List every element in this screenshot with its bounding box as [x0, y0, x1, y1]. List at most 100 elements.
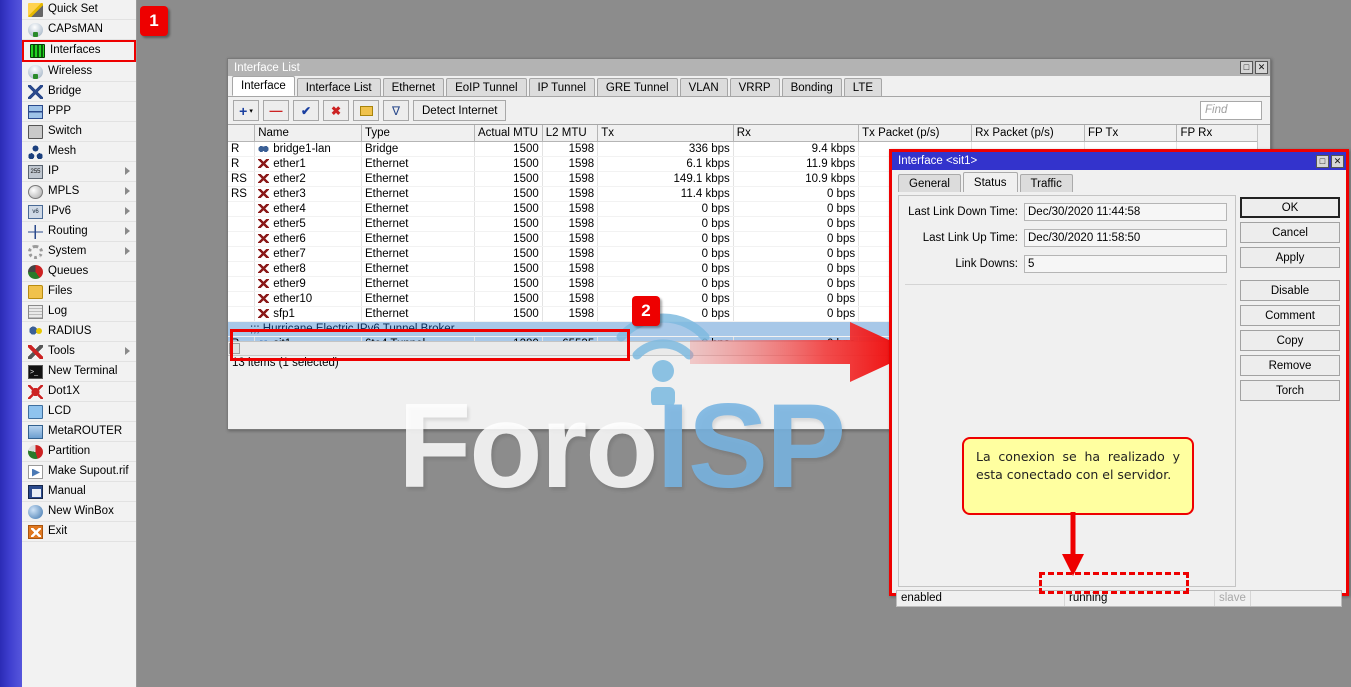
tab-traffic[interactable]: Traffic [1020, 174, 1073, 192]
torch-button[interactable]: Torch [1240, 380, 1340, 401]
sidebar-item-dot1x[interactable]: Dot1X [22, 382, 136, 402]
column-header[interactable]: Type [362, 125, 475, 141]
tab-gre-tunnel[interactable]: GRE Tunnel [597, 78, 678, 96]
sidebar-item-system[interactable]: System [22, 242, 136, 262]
column-header[interactable] [228, 125, 255, 141]
filter-button[interactable]: ∇ [383, 100, 409, 121]
sidebar-item-mesh[interactable]: Mesh [22, 142, 136, 162]
interface-name: ether1 [273, 158, 306, 170]
sit1-tabs[interactable]: GeneralStatusTraffic [892, 170, 1346, 192]
find-input[interactable]: Find [1200, 101, 1262, 120]
sidebar-item-new-terminal[interactable]: New Terminal [22, 362, 136, 382]
sidebar-item-metarouter[interactable]: MetaROUTER [22, 422, 136, 442]
maximize-icon[interactable]: □ [1240, 61, 1253, 74]
column-header[interactable]: Actual MTU [474, 125, 542, 141]
tab-ethernet[interactable]: Ethernet [383, 78, 444, 96]
partition-icon [28, 445, 43, 459]
scrollbar-thumb[interactable] [229, 343, 240, 354]
cell-actual_mtu: 1500 [474, 156, 542, 171]
copy-button[interactable]: Copy [1240, 330, 1340, 351]
sidebar-item-ipv6[interactable]: v6IPv6 [22, 202, 136, 222]
main-menu-sidebar[interactable]: Quick Set CAPsMAN Interfaces WirelessBridge… [22, 0, 137, 687]
column-header[interactable]: FP Tx [1085, 125, 1177, 141]
interface-list-toolbar[interactable]: + ▾ — ✔ ✖ ∇ Detect Internet Find [228, 97, 1270, 124]
tab-general[interactable]: General [898, 174, 961, 192]
sidebar-item-bridge[interactable]: Bridge [22, 82, 136, 102]
cell-rx: 10.9 kbps [733, 171, 858, 186]
column-header[interactable]: Rx Packet (p/s) [972, 125, 1085, 141]
sidebar-item-interfaces[interactable]: Interfaces [22, 40, 136, 62]
sidebar-item-label: Interfaces [50, 45, 101, 57]
tab-status[interactable]: Status [963, 172, 1018, 192]
disable-button[interactable]: ✖ [323, 100, 349, 121]
sidebar-item-radius[interactable]: RADIUS [22, 322, 136, 342]
ok-button[interactable]: OK [1240, 197, 1340, 218]
cell-tx: 0 bps [598, 201, 734, 216]
sit1-action-buttons[interactable]: OK Cancel Apply Disable Comment Copy Remove Tor… [1240, 197, 1340, 401]
remove-button[interactable]: — [263, 100, 289, 121]
tab-interface[interactable]: Interface [232, 76, 295, 96]
sidebar-item-wireless[interactable]: Wireless [22, 62, 136, 82]
sidebar-item-ppp[interactable]: PPP [22, 102, 136, 122]
sidebar-item-partition[interactable]: Partition [22, 442, 136, 462]
column-header[interactable]: Tx Packet (p/s) [859, 125, 972, 141]
table-header-row[interactable]: NameTypeActual MTUL2 MTUTxRxTx Packet (p… [228, 125, 1270, 141]
tab-bonding[interactable]: Bonding [782, 78, 842, 96]
sidebar-item-new-winbox[interactable]: New WinBox [22, 502, 136, 522]
sidebar-item-make-supout-rif[interactable]: Make Supout.rif [22, 462, 136, 482]
sidebar-item-quick-set[interactable]: Quick Set [22, 0, 136, 20]
sidebar-item-ip[interactable]: 255IP [22, 162, 136, 182]
field-value[interactable]: Dec/30/2020 11:44:58 [1024, 203, 1227, 221]
chevron-right-icon [125, 347, 130, 355]
column-header[interactable]: L2 MTU [542, 125, 597, 141]
cell-name: ether4 [255, 201, 362, 216]
ethernet-icon [258, 294, 269, 303]
sidebar-item-log[interactable]: Log [22, 302, 136, 322]
sidebar-item-routing[interactable]: Routing [22, 222, 136, 242]
interface-sit1-dialog[interactable]: Interface <sit1> □ ✕ GeneralStatusTraffi… [889, 149, 1349, 596]
tab-vlan[interactable]: VLAN [680, 78, 728, 96]
cell-rx: 0 bps [733, 276, 858, 291]
sidebar-item-exit[interactable]: Exit [22, 522, 136, 542]
tab-eoip-tunnel[interactable]: EoIP Tunnel [446, 78, 526, 96]
sidebar-item-lcd[interactable]: LCD [22, 402, 136, 422]
remove-button[interactable]: Remove [1240, 355, 1340, 376]
ip-icon: 255 [28, 165, 43, 179]
sidebar-item-label: CAPsMAN [48, 24, 103, 36]
funnel-icon: ∇ [392, 105, 400, 117]
column-header[interactable]: Tx [598, 125, 734, 141]
sidebar-item-queues[interactable]: Queues [22, 262, 136, 282]
add-button[interactable]: + ▾ [233, 100, 259, 121]
sidebar-item-files[interactable]: Files [22, 282, 136, 302]
sidebar-item-switch[interactable]: Switch [22, 122, 136, 142]
sidebar-item-tools[interactable]: Tools [22, 342, 136, 362]
sidebar-item-mpls[interactable]: MPLS [22, 182, 136, 202]
disable-button[interactable]: Disable [1240, 280, 1340, 301]
tab-lte[interactable]: LTE [844, 78, 882, 96]
sidebar-item-capsman[interactable]: CAPsMAN [22, 20, 136, 40]
comment-button[interactable]: Comment [1240, 305, 1340, 326]
cell-tx: 0 bps [598, 276, 734, 291]
sidebar-item-label: New WinBox [48, 506, 114, 518]
apply-button[interactable]: Apply [1240, 247, 1340, 268]
maximize-icon[interactable]: □ [1316, 155, 1329, 168]
enable-button[interactable]: ✔ [293, 100, 319, 121]
interface-list-tabs[interactable]: InterfaceInterface ListEthernetEoIP Tunn… [228, 76, 1270, 97]
tab-ip-tunnel[interactable]: IP Tunnel [529, 78, 595, 96]
detect-internet-button[interactable]: Detect Internet [413, 100, 506, 121]
sidebar-item-manual[interactable]: Manual [22, 482, 136, 502]
lcd-icon [28, 405, 43, 419]
routing-icon [28, 225, 43, 239]
tab-vrrp[interactable]: VRRP [730, 78, 780, 96]
close-icon[interactable]: ✕ [1255, 61, 1268, 74]
column-header[interactable]: FP Rx [1177, 125, 1270, 141]
field-value[interactable]: 5 [1024, 255, 1227, 273]
field-value[interactable]: Dec/30/2020 11:58:50 [1024, 229, 1227, 247]
cancel-button[interactable]: Cancel [1240, 222, 1340, 243]
minus-icon: — [270, 104, 283, 117]
close-icon[interactable]: ✕ [1331, 155, 1344, 168]
tab-interface-list[interactable]: Interface List [297, 78, 381, 96]
comment-button[interactable] [353, 100, 379, 121]
column-header[interactable]: Rx [733, 125, 858, 141]
column-header[interactable]: Name [255, 125, 362, 141]
